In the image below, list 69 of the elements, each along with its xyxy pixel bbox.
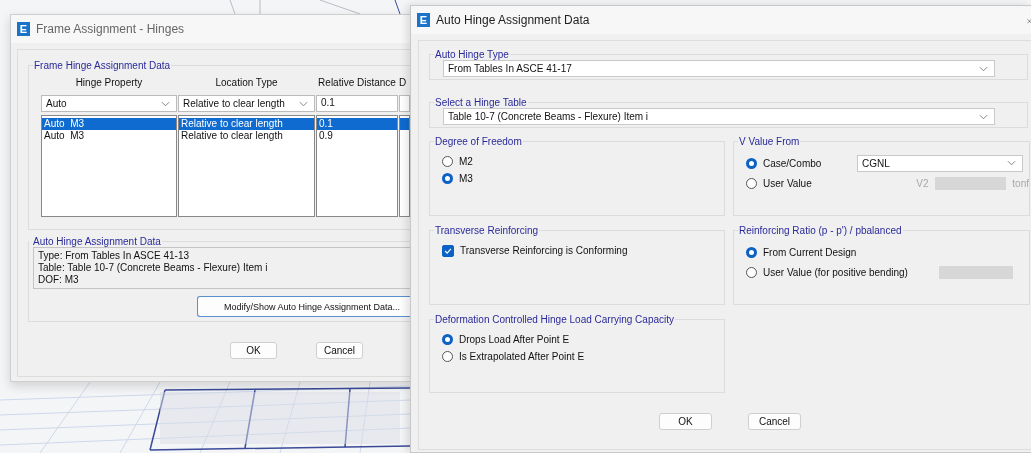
modify-button[interactable]: Modify/Show Auto Hinge Assignment Data... [197, 296, 410, 317]
radio-label: From Current Design [763, 246, 858, 258]
dropdown[interactable]: CGNL [857, 154, 1023, 172]
app-logo: E [417, 13, 430, 27]
radio-label: M3 [459, 173, 473, 184]
radio-button[interactable] [442, 351, 453, 362]
dialog-button[interactable]: Cancel [748, 413, 801, 430]
group-title: Transverse Reinforcing [434, 225, 539, 236]
list-box[interactable] [399, 115, 410, 217]
radio-button[interactable] [746, 246, 757, 258]
radio-button[interactable] [746, 177, 757, 189]
input-field[interactable] [939, 265, 1013, 279]
radio-button[interactable] [746, 266, 757, 278]
group-title: V Value From [738, 136, 801, 147]
group-title: Frame Hinge Assignment Data [33, 60, 172, 71]
group-title: Degree of Freedom [434, 136, 523, 147]
column-header: Hinge Property [75, 77, 143, 88]
column-header: D [399, 77, 407, 88]
list-item[interactable]: Auto M3 [42, 118, 176, 130]
list-item[interactable]: Auto M3 [42, 130, 176, 142]
list-box[interactable]: Auto M3 Auto M3 [41, 115, 177, 217]
checkbox-label: Transverse Reinforcing is Conforming [460, 245, 628, 256]
field-label: V2 [916, 177, 929, 189]
input-field[interactable]: 0.1 [316, 95, 398, 112]
list-item[interactable]: 0.9 [317, 130, 397, 142]
radio-button[interactable] [442, 156, 453, 167]
unit-label: tonf [1012, 177, 1029, 189]
group-title: Select a Hinge Table [434, 97, 528, 108]
chevron-down-icon [979, 113, 988, 120]
chevron-down-icon [979, 65, 988, 72]
radio-label: Is Extrapolated After Point E [459, 351, 585, 362]
list-item[interactable]: Relative to clear length [179, 130, 314, 142]
radio-label: Drops Load After Point E [459, 334, 570, 345]
list-box[interactable]: 0.1 0.9 [316, 115, 398, 217]
info-line: DOF: M3 [38, 274, 80, 286]
chevron-down-icon [1007, 160, 1016, 166]
dropdown[interactable]: Relative to clear length [178, 95, 315, 112]
checkbox[interactable] [442, 244, 454, 257]
window-title: Frame Assignment - Hinges [36, 22, 185, 36]
group-title: Deformation Controlled Hinge Load Carrying Capacity [434, 314, 675, 325]
app-logo: E [17, 22, 30, 36]
radio-button[interactable] [746, 157, 757, 169]
group-title: Auto Hinge Assignment Data [32, 236, 162, 247]
input-field[interactable] [399, 95, 410, 112]
info-line: Table: Table 10-7 (Concrete Beams - Flexure) Item i [38, 262, 269, 274]
dialog-button[interactable]: OK [659, 413, 712, 430]
chevron-down-icon [299, 100, 308, 107]
radio-label: User Value (for positive bending) [763, 266, 909, 278]
group-title: Reinforcing Ratio (p - p') / pbalanced [738, 225, 903, 236]
radio-label: User Value [763, 177, 813, 189]
list-item[interactable]: Relative to clear length [179, 118, 314, 130]
window-title: Auto Hinge Assignment Data [436, 13, 590, 27]
dropdown[interactable]: Auto [41, 95, 177, 112]
dropdown[interactable]: From Tables In ASCE 41-17 [443, 60, 995, 77]
dropdown[interactable]: Table 10-7 (Concrete Beams - Flexure) Item i [443, 108, 995, 125]
dialog-button[interactable]: Cancel [316, 342, 363, 359]
input-field[interactable] [934, 176, 1007, 190]
group-title: Auto Hinge Type [434, 49, 510, 60]
radio-button[interactable] [442, 334, 453, 345]
radio-button[interactable] [442, 173, 453, 184]
dialog-button[interactable]: OK [230, 342, 277, 359]
radio-label: Case/Combo [763, 157, 823, 169]
list-box[interactable]: Relative to clear length Relative to clear length [178, 115, 315, 217]
radio-label: M2 [459, 156, 473, 167]
list-item[interactable]: 0.1 [317, 118, 397, 130]
column-header: Relative Distance [318, 77, 396, 88]
info-line: Type: From Tables In ASCE 41-13 [38, 250, 190, 262]
column-header: Location Type [215, 77, 278, 88]
chevron-down-icon [161, 100, 170, 107]
